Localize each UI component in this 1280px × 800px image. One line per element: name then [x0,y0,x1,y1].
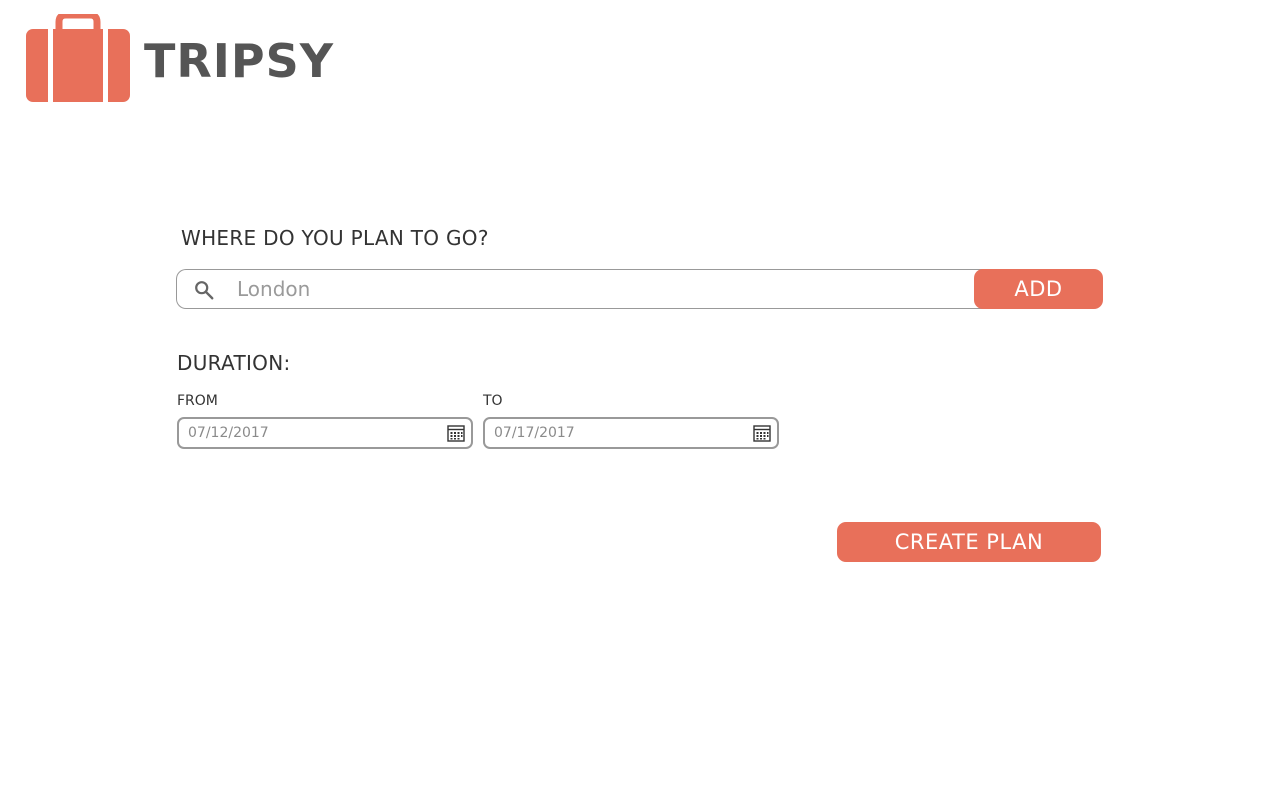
destination-title: WHERE DO YOU PLAN TO GO? [181,226,489,250]
calendar-icon[interactable] [753,424,771,442]
duration-title: DURATION: [177,351,291,375]
to-date-field[interactable]: 07/17/2017 [483,417,779,449]
search-icon [195,281,214,300]
calendar-icon[interactable] [447,424,465,442]
add-destination-button[interactable]: ADD [974,269,1103,309]
from-date-field[interactable]: 07/12/2017 [177,417,473,449]
to-date-value: 07/17/2017 [494,425,575,441]
destination-search-box[interactable] [176,269,997,309]
brand-name: TRIPSY [144,34,335,88]
destination-search-row: ADD [176,269,1103,309]
destination-search-input[interactable] [237,270,977,308]
create-plan-button[interactable]: CREATE PLAN [837,522,1101,562]
from-date-label: FROM [177,393,218,409]
to-date-label: TO [483,393,503,409]
brand-logo[interactable]: TRIPSY [26,14,334,102]
from-date-value: 07/12/2017 [188,425,269,441]
page: TRIPSY WHERE DO YOU PLAN TO GO? ADD DURA… [0,0,1280,800]
suitcase-icon [26,14,130,102]
